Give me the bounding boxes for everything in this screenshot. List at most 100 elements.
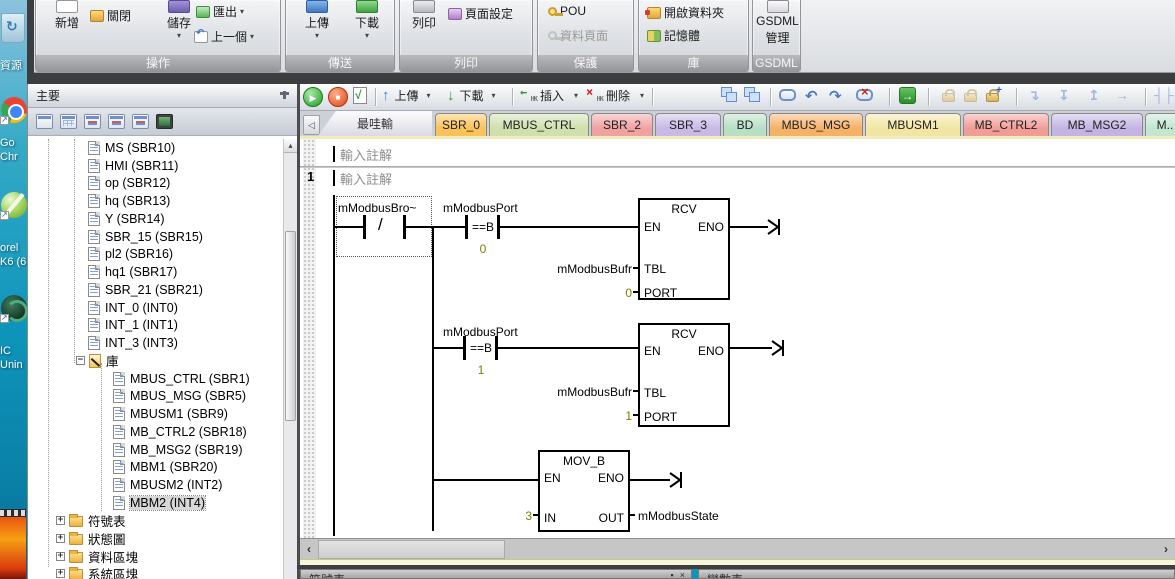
tree-expander[interactable]: + [56, 552, 65, 561]
print-button[interactable]: 列印 [402, 0, 446, 31]
chrome-icon[interactable] [1, 97, 27, 123]
symbol-table-icon[interactable] [60, 114, 77, 129]
panel-pin-icon[interactable]: ▪ [671, 570, 674, 579]
tree-item[interactable]: MBM2 (INT4) [28, 494, 283, 512]
contact-operand[interactable]: mModbusBro~ [338, 201, 416, 215]
tree-item[interactable]: INT_1 (INT1) [28, 317, 283, 335]
download-button[interactable]: ↓ 下載 ▾ [447, 87, 496, 104]
cross-reference-icon[interactable] [132, 114, 149, 129]
symbol-table-panel-header[interactable]: 符號表 ▪ × [300, 569, 692, 579]
memory-button[interactable]: 記憶體 [647, 27, 700, 44]
tree-item[interactable]: pl2 (SBR16) [28, 246, 283, 264]
editor-tab[interactable]: BD [723, 113, 767, 136]
contact-tool[interactable]: ┤├ [1154, 87, 1174, 103]
tree-item[interactable]: MBUSM2 (INT2) [28, 476, 283, 494]
page-setup-button[interactable]: 頁面設定 [448, 5, 513, 22]
data-page-protect-button[interactable]: 資料頁面 [548, 27, 608, 44]
delete-box-button[interactable] [856, 87, 873, 101]
tree-item[interactable]: + 資料區塊 [28, 547, 283, 565]
status-chart-icon[interactable] [84, 114, 101, 129]
tree-expander[interactable]: − [76, 356, 85, 365]
compare-contact-type[interactable]: ==B [468, 220, 498, 234]
tree-item[interactable]: HMI (SBR11) [28, 157, 283, 175]
tree-expander[interactable]: + [56, 534, 65, 543]
ribbon-upload-button[interactable]: 上傳 ▾ [294, 0, 340, 40]
editor-tab[interactable]: M.. [1145, 113, 1175, 136]
compare-value[interactable]: 0 [468, 242, 498, 256]
network-comment[interactable]: 輸入註解 [340, 169, 392, 188]
editor-tab[interactable]: MBUSM1 [865, 113, 961, 136]
communications-icon[interactable] [156, 114, 173, 129]
project-compare-button[interactable] [721, 87, 737, 102]
lock-button[interactable] [942, 87, 955, 102]
tree-item[interactable]: INT_3 (INT3) [28, 334, 283, 352]
contact-operand[interactable]: mModbusPort [443, 201, 518, 215]
tree-expander[interactable]: + [56, 516, 65, 525]
gsdml-manage-button[interactable]: GSDML 管理 [756, 0, 799, 46]
redo-button[interactable]: ↷ [829, 87, 842, 105]
tree-item[interactable]: MBUS_CTRL (SBR1) [28, 370, 283, 388]
hscrollbar-thumb[interactable] [318, 540, 505, 559]
editor-tab[interactable]: 最哇輸 [318, 111, 432, 136]
tree-item[interactable]: MS (SBR10) [28, 139, 283, 157]
upload-button[interactable]: ↑ 上傳 ▾ [382, 87, 431, 104]
pou-view-icon[interactable] [36, 114, 53, 129]
ribbon-download-button[interactable]: 下載 ▾ [344, 0, 390, 40]
tree-item[interactable]: SBR_21 (SBR21) [28, 281, 283, 299]
line-right-tool[interactable]: → [1115, 87, 1129, 103]
compile-button[interactable]: √ [353, 87, 367, 104]
block-operand[interactable]: 1 [512, 409, 632, 423]
tab-scroll-left-button[interactable]: ◁ [303, 115, 320, 135]
program-comment[interactable]: 輸入註解 [340, 145, 392, 164]
tree-item[interactable]: hq1 (SBR17) [28, 263, 283, 281]
line-tee-up-tool[interactable]: ↥ [1088, 87, 1100, 104]
tree-scrollbar[interactable]: ▴ [283, 139, 297, 579]
insert-button[interactable]: ←HK 插入 ▾ [520, 87, 578, 104]
goto-button[interactable]: → [899, 87, 916, 104]
recycle-bin-icon[interactable] [1, 13, 25, 43]
project-compare-2-button[interactable] [744, 87, 760, 102]
tree-item[interactable]: MB_CTRL2 (SBR18) [28, 423, 283, 441]
editor-tab[interactable]: MBUS_CTRL [489, 113, 589, 136]
compare-contact-type[interactable]: ==B [466, 341, 496, 355]
tree-item[interactable]: hq (SBR13) [28, 192, 283, 210]
pou-protect-button[interactable]: POU [548, 4, 586, 18]
tree-item[interactable]: MBUS_MSG (SBR5) [28, 388, 283, 406]
stop-button[interactable]: ■ [328, 87, 348, 107]
tree-item[interactable]: + 符號表 [28, 512, 283, 530]
editor-tab[interactable]: SBR_2 [591, 113, 653, 136]
unlock-button[interactable] [964, 87, 977, 102]
tree-item[interactable]: MBUSM1 (SBR9) [28, 405, 283, 423]
previous-button[interactable]: 上一個 ▾ [194, 28, 254, 45]
tree-item[interactable]: + 系統區塊 [28, 565, 283, 579]
rcv-block[interactable]: RCV EN ENO TBL PORT [638, 323, 730, 427]
block-operand[interactable]: mModbusState [638, 509, 719, 523]
scroll-up-icon[interactable]: ▴ [284, 139, 297, 153]
corel-icon[interactable] [1, 192, 27, 218]
editor-tab[interactable]: MBUS_MSG [769, 113, 863, 136]
compare-value[interactable]: 1 [466, 363, 496, 377]
tree-scrollbar-thumb[interactable] [285, 231, 296, 421]
tree-item[interactable]: op (SBR12) [28, 175, 283, 193]
editor-tab[interactable]: MB_MSG2 [1051, 113, 1143, 136]
scroll-left-icon[interactable]: ‹ [300, 539, 318, 560]
tree-item[interactable]: INT_0 (INT0) [28, 299, 283, 317]
block-operand[interactable]: mModbusBufr [512, 262, 632, 276]
block-operand[interactable]: mModbusBufr [512, 385, 632, 399]
delete-button[interactable]: ×HK 刪除 ▾ [586, 87, 644, 104]
line-down-tool[interactable]: ↴ [1028, 87, 1040, 104]
block-operand[interactable]: 0 [512, 286, 632, 300]
new-button[interactable]: 新增 [42, 0, 92, 31]
undo-button[interactable]: ↶ [805, 87, 818, 105]
pin-icon[interactable] [279, 90, 289, 102]
horizontal-scrollbar[interactable]: ‹ › [300, 538, 1175, 559]
variable-table-panel-header[interactable]: 變數表 [698, 569, 1175, 579]
rcv-block[interactable]: RCV EN ENO TBL PORT [638, 198, 730, 300]
tree-item[interactable]: MB_MSG2 (SBR19) [28, 441, 283, 459]
panel-close-icon[interactable]: × [680, 570, 685, 579]
tree-item[interactable]: + 狀態圖 [28, 530, 283, 548]
export-button[interactable]: 匯出 ▾ [196, 3, 244, 20]
editor-tab[interactable]: SBR_3 [655, 113, 721, 136]
tree-item[interactable]: Y (SBR14) [28, 210, 283, 228]
editor-tab[interactable]: SBR_0 [435, 113, 487, 136]
